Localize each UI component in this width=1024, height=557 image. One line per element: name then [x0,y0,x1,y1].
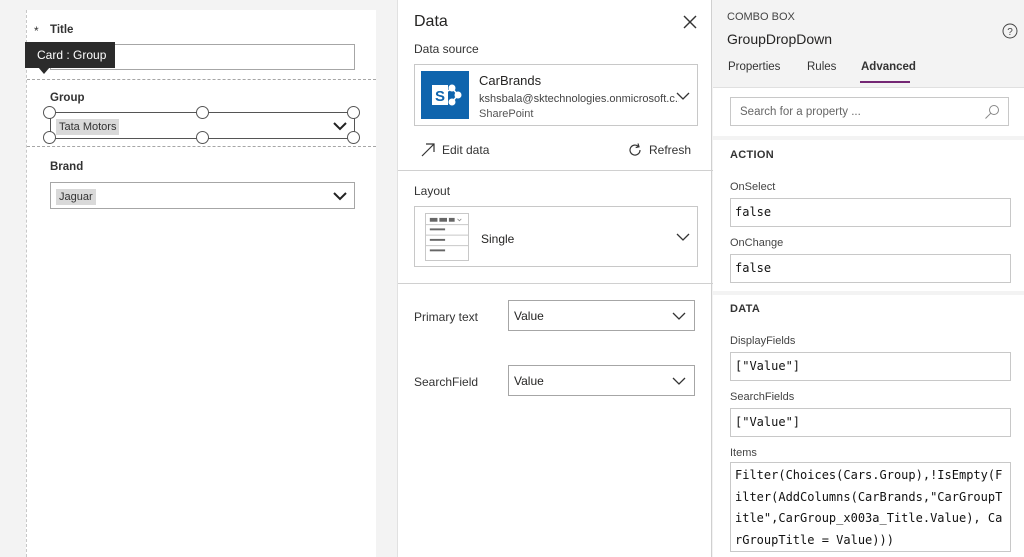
data-source-label: Data source [414,42,479,56]
resize-handle-top[interactable] [196,106,209,119]
properties-pane: COMBO BOX GroupDropDown ? Properties Rul… [713,0,1024,557]
chevron-down-icon[interactable] [675,89,691,103]
items-formula[interactable]: Filter(Choices(Cars.Group),!IsEmpty(Filt… [730,462,1011,552]
card-tooltip: Card : Group [25,42,115,68]
group-label: Group [50,92,85,104]
searchfields-formula[interactable]: ["Value"] [730,408,1011,437]
data-source-account: kshsbala@sktechnologies.onmicrosoft.c... [479,93,679,105]
brand-combobox[interactable]: Jaguar [50,182,355,209]
chevron-down-icon[interactable] [671,309,687,323]
data-source-selector[interactable]: S CarBrands kshsbala@sktechnologies.onmi… [414,64,698,126]
primary-text-value: Value [514,309,544,323]
svg-text:?: ? [1007,27,1013,38]
card-selection-top-border [27,79,376,80]
divider [713,291,1024,295]
displayfields-label: DisplayFields [730,335,796,347]
control-type: COMBO BOX [727,11,795,23]
search-icon[interactable] [984,104,1000,120]
search-placeholder: Search for a property ... [740,106,861,118]
resize-handle-top-left[interactable] [43,106,56,119]
data-pane: Data Data source S CarBrands kshsbala@sk… [397,0,713,557]
edit-data-button[interactable]: Edit data [420,141,489,159]
active-tab-indicator [860,81,910,83]
data-source-name: CarBrands [479,73,542,88]
tooltip-arrow [38,67,50,74]
close-icon[interactable] [683,15,697,29]
chevron-down-icon[interactable] [671,374,687,388]
layout-label: Layout [414,184,451,198]
search-field-value: Value [514,374,544,388]
onchange-label: OnChange [730,237,784,249]
resize-handle-bottom-right[interactable] [347,131,360,144]
edit-data-label: Edit data [442,143,490,157]
arrow-up-right-icon [421,143,435,157]
divider [398,283,713,284]
refresh-button[interactable]: Refresh [627,141,691,159]
onchange-formula[interactable]: false [730,254,1011,283]
chevron-down-icon[interactable] [332,189,348,203]
search-field-select[interactable]: Value [508,365,695,396]
data-pane-title: Data [414,13,448,30]
searchfields-label: SearchFields [730,391,795,403]
layout-preview-icon [425,213,469,261]
sharepoint-icon: S [421,71,469,119]
group-selected-chip[interactable]: Tata Motors [56,119,120,135]
onselect-label: OnSelect [730,181,776,193]
tab-properties[interactable]: Properties [728,61,780,73]
title-label: Title [50,24,74,36]
chevron-down-icon[interactable] [332,119,348,133]
layout-value: Single [481,232,515,246]
brand-selected-chip[interactable]: Jaguar [56,189,96,205]
divider [713,136,1024,140]
displayfields-formula[interactable]: ["Value"] [730,352,1011,381]
action-section-header: ACTION [730,149,774,161]
tab-rules[interactable]: Rules [807,61,836,73]
properties-header: COMBO BOX GroupDropDown ? Properties Rul… [713,0,1024,88]
control-name[interactable]: GroupDropDown [727,31,832,47]
svg-text:S: S [435,88,445,105]
layout-selector[interactable]: Single [414,206,698,267]
primary-text-label: Primary text [414,310,479,324]
refresh-label: Refresh [649,143,692,157]
card-selection-bottom-border [27,146,376,147]
items-label: Items [730,447,757,459]
property-search-input[interactable]: Search for a property ... [730,97,1009,126]
resize-handle-bottom-left[interactable] [43,131,56,144]
data-section-header: DATA [730,303,761,315]
divider [398,170,713,171]
resize-handle-bottom[interactable] [196,131,209,144]
search-field-label: SearchField [414,375,479,389]
help-icon[interactable]: ? [1002,23,1018,39]
primary-text-select[interactable]: Value [508,300,695,331]
brand-label: Brand [50,161,84,173]
onselect-formula[interactable]: false [730,198,1011,227]
required-marker: * [34,24,39,38]
resize-handle-top-right[interactable] [347,106,360,119]
data-source-type: SharePoint [479,108,534,120]
chevron-down-icon[interactable] [675,230,691,244]
refresh-icon [629,143,641,156]
tab-advanced[interactable]: Advanced [861,61,916,73]
